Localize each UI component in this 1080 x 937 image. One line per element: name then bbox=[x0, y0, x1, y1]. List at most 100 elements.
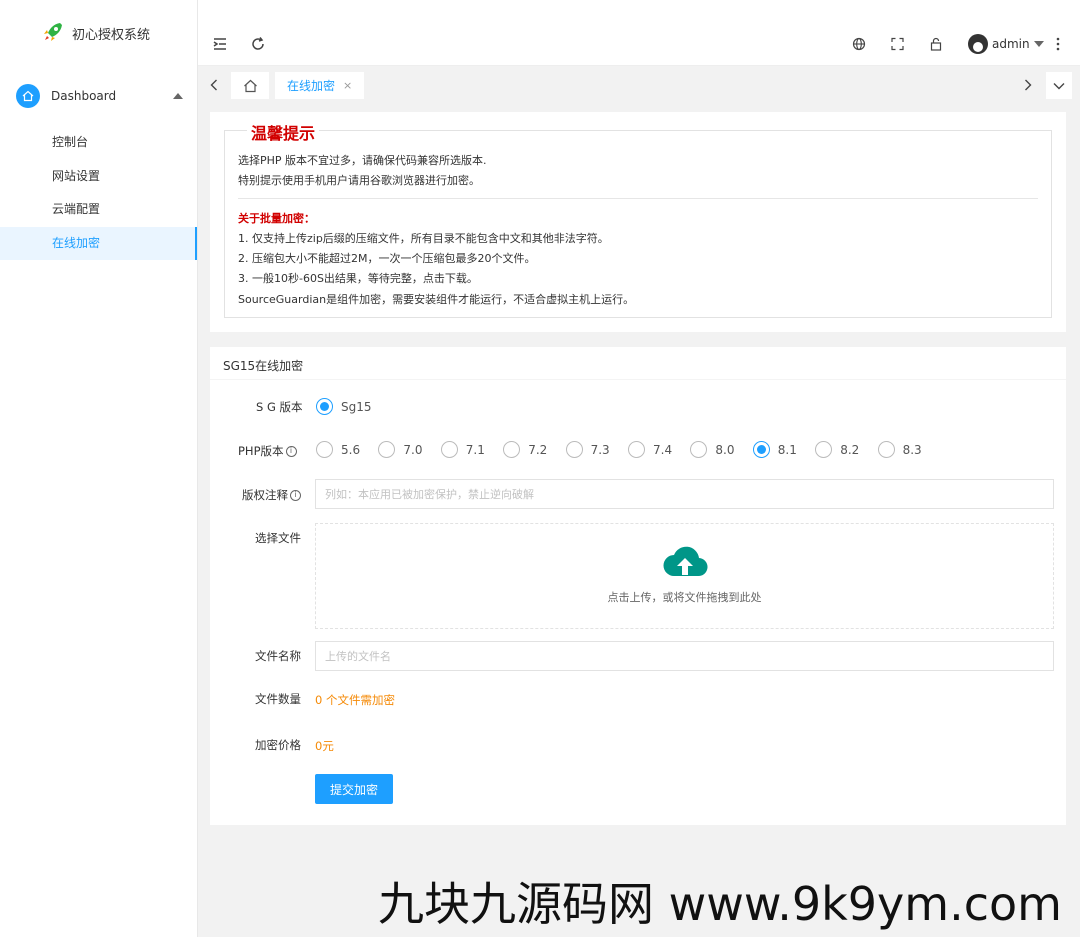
tab-home[interactable] bbox=[231, 72, 269, 99]
filename-label: 文件名称 bbox=[255, 648, 301, 664]
radio-label: 7.0 bbox=[403, 442, 423, 457]
tabs-bar: 在线加密 × bbox=[198, 66, 1080, 104]
fullscreen-icon[interactable] bbox=[891, 37, 904, 51]
cloud-upload-icon bbox=[662, 546, 708, 581]
menu-fold-icon[interactable] bbox=[212, 37, 228, 51]
sidebar-item-site-settings[interactable]: 网站设置 bbox=[0, 160, 197, 194]
radio-label: 7.3 bbox=[590, 442, 610, 457]
radio-php-8-0[interactable]: 8.0 bbox=[690, 441, 734, 458]
notice-card: 温馨提示 选择PHP 版本不宜过多，请确保代码兼容所选版本. 特别提示使用手机用… bbox=[210, 112, 1066, 332]
sidebar-item-cloud-config[interactable]: 云端配置 bbox=[0, 193, 197, 227]
divider bbox=[210, 379, 1066, 380]
chevron-down-icon[interactable] bbox=[1046, 72, 1072, 99]
notice-line: 特别提示使用手机用户请用谷歌浏览器进行加密。 bbox=[238, 174, 480, 187]
info-icon[interactable]: i bbox=[290, 489, 301, 501]
radio-circle[interactable] bbox=[877, 441, 895, 458]
radio-circle[interactable] bbox=[440, 441, 458, 458]
radio-circle[interactable] bbox=[628, 441, 645, 458]
radio-circle[interactable] bbox=[815, 441, 833, 458]
sidebar-item-online-encrypt[interactable]: 在线加密 bbox=[0, 226, 197, 261]
sg-version-radio-group: Sg15 bbox=[316, 398, 372, 415]
radio-php-8-1[interactable]: 8.1 bbox=[752, 441, 797, 458]
radio-php-8-2[interactable]: 8.2 bbox=[815, 441, 859, 458]
sg-version-label-text: S G 版本 bbox=[256, 400, 303, 414]
radio-circle[interactable] bbox=[378, 441, 396, 458]
notice-line: 选择PHP 版本不宜过多，请确保代码兼容所选版本. bbox=[238, 154, 487, 167]
batch-line: 3. 一般10秒-60S出结果，等待完整，点击下载。 bbox=[238, 272, 478, 285]
file-count-label-text: 文件数量 bbox=[255, 692, 301, 706]
caret-up-icon bbox=[173, 93, 183, 99]
radio-label: Sg15 bbox=[341, 399, 372, 414]
radio-circle[interactable] bbox=[503, 441, 521, 458]
php-version-label: PHP版本 i bbox=[238, 443, 297, 459]
radio-label: 7.2 bbox=[528, 442, 548, 457]
close-icon[interactable]: × bbox=[343, 79, 352, 92]
radio-php-7-2[interactable]: 7.2 bbox=[503, 441, 547, 458]
copyright-input[interactable] bbox=[315, 479, 1054, 509]
filename-label-text: 文件名称 bbox=[255, 649, 301, 663]
price-value: 0元 bbox=[315, 739, 334, 753]
radio-sg15[interactable]: Sg15 bbox=[316, 398, 372, 415]
info-icon[interactable]: i bbox=[285, 445, 297, 457]
username: admin bbox=[992, 37, 1030, 51]
radio-circle[interactable] bbox=[565, 441, 583, 458]
lock-icon[interactable] bbox=[930, 37, 942, 51]
globe-icon[interactable] bbox=[852, 37, 866, 51]
batch-line: 2. 压缩包大小不能超过2M，一次一个压缩包最多20个文件。 bbox=[238, 252, 536, 265]
radio-label: 8.2 bbox=[840, 442, 860, 457]
radio-label: 8.3 bbox=[902, 442, 922, 457]
user-menu[interactable]: admin bbox=[968, 34, 1044, 54]
divider bbox=[238, 198, 1038, 199]
sidebar-group-dashboard[interactable]: Dashboard bbox=[0, 66, 197, 126]
radio-label: 7.4 bbox=[653, 442, 673, 457]
refresh-icon[interactable] bbox=[251, 37, 265, 51]
php-version-label-text: PHP版本 bbox=[238, 444, 284, 458]
batch-title: 关于批量加密： bbox=[238, 212, 315, 225]
radio-php-5-6[interactable]: 5.6 bbox=[316, 441, 360, 458]
radio-circle[interactable] bbox=[752, 441, 770, 458]
batch-line: 1. 仅支持上传zip后缀的压缩文件，所有目录不能包含中文和其他非法字符。 bbox=[238, 232, 609, 245]
chevron-right-icon[interactable] bbox=[1015, 71, 1041, 99]
avatar bbox=[968, 34, 988, 54]
sidebar-item-console[interactable]: 控制台 bbox=[0, 126, 197, 160]
radio-label: 8.1 bbox=[777, 442, 797, 457]
radio-circle[interactable] bbox=[690, 441, 708, 458]
notice-title: 温馨提示 bbox=[247, 120, 320, 144]
radio-label: 7.1 bbox=[465, 442, 485, 457]
encrypt-form-card: SG15在线加密 S G 版本 Sg15 PHP版本 i 5.6 7.0 7.1 7.… bbox=[210, 347, 1066, 825]
radio-php-7-3[interactable]: 7.3 bbox=[565, 441, 610, 458]
app-logo[interactable]: 初心授权系统 bbox=[0, 0, 197, 66]
price-label: 加密价格 bbox=[255, 737, 301, 753]
radio-label: 5.6 bbox=[341, 442, 361, 457]
copyright-label: 版权注释 i bbox=[242, 487, 301, 503]
select-file-label-text: 选择文件 bbox=[255, 531, 301, 545]
radio-php-7-0[interactable]: 7.0 bbox=[378, 441, 422, 458]
batch-line: SourceGuardian是组件加密，需要安装组件才能运行，不适合虚拟主机上运… bbox=[238, 293, 635, 306]
top-header: admin bbox=[198, 0, 1080, 66]
sg-version-label: S G 版本 bbox=[256, 399, 303, 415]
sidebar-group-label: Dashboard bbox=[51, 89, 117, 103]
price-label-text: 加密价格 bbox=[255, 738, 301, 752]
radio-php-7-4[interactable]: 7.4 bbox=[628, 441, 672, 458]
tab-label: 在线加密 bbox=[287, 79, 336, 93]
radio-circle[interactable] bbox=[316, 398, 333, 415]
form-title: SG15在线加密 bbox=[223, 359, 304, 373]
submit-encrypt-button[interactable]: 提交加密 bbox=[315, 774, 393, 804]
chevron-left-icon[interactable] bbox=[201, 71, 227, 99]
watermark: 九块九源码网 www.9k9ym.com bbox=[378, 877, 1062, 931]
file-count-label: 文件数量 bbox=[255, 691, 301, 707]
radio-php-8-3[interactable]: 8.3 bbox=[877, 441, 922, 458]
radio-label: 8.0 bbox=[715, 442, 735, 457]
radio-php-7-1[interactable]: 7.1 bbox=[440, 441, 485, 458]
more-icon[interactable] bbox=[1056, 37, 1060, 51]
filename-input[interactable] bbox=[315, 641, 1054, 671]
caret-down-icon bbox=[1033, 41, 1044, 47]
radio-circle[interactable] bbox=[316, 441, 333, 458]
file-count-value: 0 个文件需加密 bbox=[315, 693, 395, 707]
tab-online-encrypt[interactable]: 在线加密 × bbox=[275, 72, 365, 99]
upload-hint: 点击上传，或将文件拖拽到此处 bbox=[607, 591, 762, 604]
copyright-label-text: 版权注释 bbox=[242, 488, 288, 502]
app-title: 初心授权系统 bbox=[72, 27, 151, 43]
sidebar: 初心授权系统 Dashboard 控制台 网站设置 云端配置 在线加密 bbox=[0, 0, 198, 937]
upload-dropzone[interactable]: 点击上传，或将文件拖拽到此处 bbox=[315, 523, 1054, 629]
